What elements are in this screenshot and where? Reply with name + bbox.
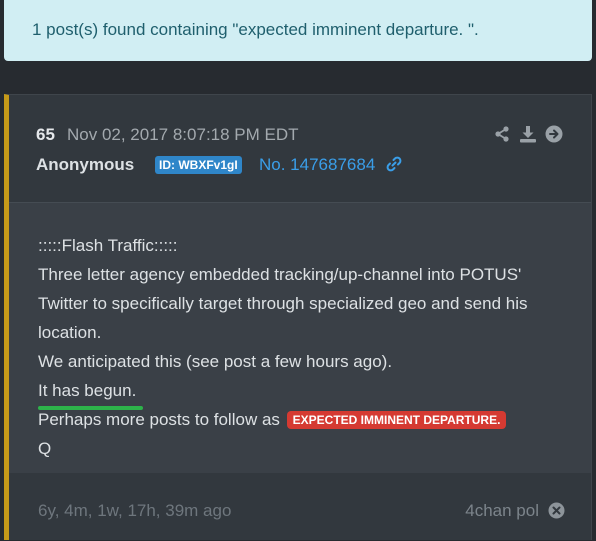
post-footer: 6y, 4m, 1w, 17h, 39m ago 4chan pol [9, 472, 591, 541]
post-card: 65 Nov 02, 2017 8:07:18 PM EDT Anonymous… [4, 94, 592, 540]
post-line: location. [38, 323, 102, 342]
close-icon[interactable] [548, 502, 565, 519]
search-result-alert: 1 post(s) found containing "expected imm… [4, 0, 592, 61]
post-author: Anonymous [36, 155, 135, 174]
post-body: :::::Flash Traffic::::: Three letter age… [9, 202, 591, 473]
post-header: 65 Nov 02, 2017 8:07:18 PM EDT Anonymous… [9, 95, 591, 202]
post-source: 4chan pol [465, 501, 539, 520]
post-line: :::::Flash Traffic::::: [38, 236, 178, 255]
share-icon[interactable] [493, 125, 511, 143]
post-age: 6y, 4m, 1w, 17h, 39m ago [38, 501, 232, 520]
post-line: Three letter agency embedded tracking/up… [38, 265, 522, 284]
post-line: We anticipated this (see post a few hour… [38, 352, 393, 371]
search-result-text: 1 post(s) found containing "expected imm… [32, 20, 479, 39]
post-number-link[interactable]: No. 147687684 [259, 155, 375, 175]
post-line-follow: Perhaps more posts to follow as EXPECTED… [38, 410, 507, 430]
poster-id-badge: ID: WBXFv1gI [155, 156, 242, 174]
post-number: 65 [36, 125, 55, 144]
post-signature: Q [38, 439, 52, 458]
post-line: It has begun. [38, 381, 137, 400]
arrow-right-icon[interactable] [545, 125, 563, 143]
search-highlight-badge: EXPECTED IMMINENT DEPARTURE. [286, 411, 507, 429]
follow-prefix: Perhaps more posts to follow as [38, 410, 280, 429]
post-actions [493, 125, 563, 143]
post-date: Nov 02, 2017 8:07:18 PM EDT [67, 125, 299, 144]
link-icon[interactable] [385, 155, 403, 173]
post-line: Twitter to specifically target through s… [38, 294, 528, 313]
download-icon[interactable] [519, 125, 537, 143]
